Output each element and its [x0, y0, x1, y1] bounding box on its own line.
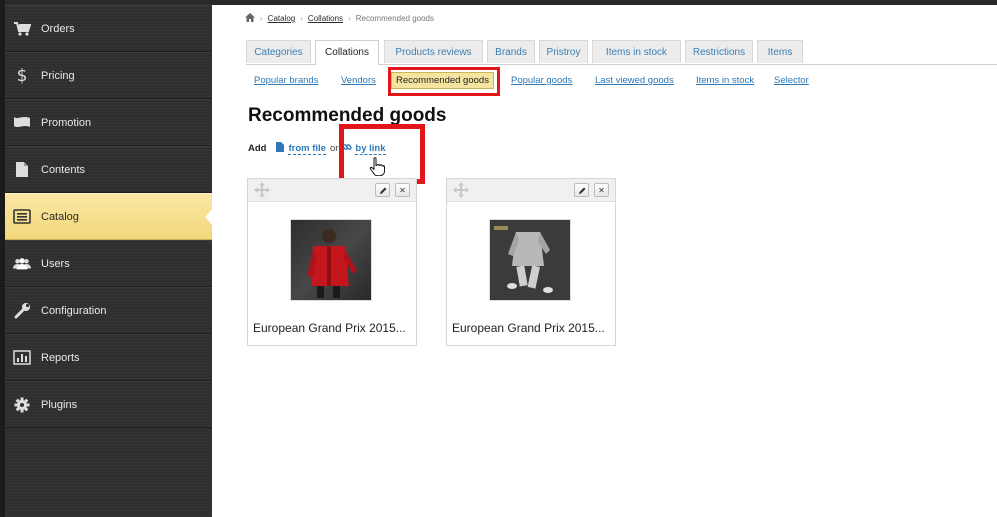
sidebar-item-label: Configuration [41, 304, 107, 317]
product-name: European Grand Prix 2015... [253, 321, 406, 335]
sidebar-item-configuration[interactable]: Configuration [5, 287, 212, 334]
gear-icon [13, 396, 31, 414]
tab-products-reviews[interactable]: Products reviews [384, 40, 483, 63]
breadcrumb-catalog[interactable]: Catalog [268, 14, 296, 23]
tab-items[interactable]: Items [757, 40, 803, 63]
breadcrumb-separator: › [300, 14, 303, 23]
product-thumbnail[interactable] [489, 219, 571, 301]
breadcrumb-current: Recommended goods [355, 14, 435, 23]
breadcrumb-collations[interactable]: Collations [308, 14, 343, 23]
tab-categories[interactable]: Categories [246, 40, 311, 63]
product-card: ✕ European Grand Prix 2015... [247, 178, 417, 346]
flag-icon [13, 114, 31, 132]
sidebar: Orders $ Pricing Promotion Contents Cata… [5, 5, 213, 517]
sidebar-item-pricing[interactable]: $ Pricing [5, 52, 212, 99]
sidebar-item-reports[interactable]: Reports [5, 334, 212, 381]
from-file-link[interactable]: from file [288, 143, 326, 155]
app-window: Orders $ Pricing Promotion Contents Cata… [0, 0, 997, 517]
edit-button[interactable] [375, 183, 390, 197]
card-header: ✕ [248, 179, 416, 202]
chart-icon [13, 349, 31, 367]
tab-pristroy[interactable]: Pristroy [539, 40, 588, 63]
product-card: ✕ European Grand Prix 2015... [446, 178, 616, 346]
drag-handle-icon[interactable] [453, 182, 469, 203]
add-label: Add [248, 143, 267, 154]
wrench-icon [13, 302, 31, 320]
subtab-last-viewed-goods[interactable]: Last viewed goods [595, 75, 674, 86]
or-text: or [329, 143, 339, 154]
sidebar-item-label: Plugins [41, 398, 78, 411]
subtab-vendors[interactable]: Vendors [341, 75, 376, 86]
sidebar-item-catalog[interactable]: Catalog [5, 193, 213, 240]
subtab-popular-brands[interactable]: Popular brands [254, 75, 318, 86]
breadcrumb: › Catalog › Collations › Recommended goo… [245, 13, 434, 24]
sidebar-item-orders[interactable]: Orders [5, 5, 212, 52]
delete-button[interactable]: ✕ [395, 183, 410, 197]
sidebar-item-contents[interactable]: Contents [5, 146, 212, 193]
tab-restrictions[interactable]: Restrictions [685, 40, 753, 63]
card-header: ✕ [447, 179, 615, 202]
sidebar-item-label: Contents [41, 163, 86, 176]
product-thumbnail[interactable] [290, 219, 372, 301]
cart-icon [13, 20, 31, 38]
tab-bar: Categories Collations Products reviews B… [246, 40, 997, 65]
subtab-popular-goods[interactable]: Popular goods [511, 75, 572, 86]
list-icon [13, 208, 31, 226]
tab-collations[interactable]: Collations [315, 40, 379, 65]
sidebar-item-label: Pricing [41, 69, 75, 82]
drag-handle-icon[interactable] [254, 182, 270, 203]
sidebar-item-label: Users [41, 257, 70, 270]
home-icon[interactable] [245, 13, 255, 24]
product-name: European Grand Prix 2015... [452, 321, 605, 335]
sidebar-item-plugins[interactable]: Plugins [5, 381, 212, 428]
document-icon [13, 161, 31, 179]
delete-button[interactable]: ✕ [594, 183, 609, 197]
sidebar-item-label: Reports [41, 351, 80, 364]
breadcrumb-separator: › [260, 14, 263, 23]
tab-items-in-stock[interactable]: Items in stock [592, 40, 681, 63]
subtab-items-in-stock[interactable]: Items in stock [696, 75, 754, 86]
breadcrumb-separator: › [348, 14, 351, 23]
highlight-box [388, 67, 500, 96]
users-icon [13, 255, 31, 273]
edit-button[interactable] [574, 183, 589, 197]
sidebar-item-label: Catalog [41, 210, 79, 223]
sidebar-item-users[interactable]: Users [5, 240, 212, 287]
tab-brands[interactable]: Brands [487, 40, 535, 63]
sidebar-item-label: Promotion [41, 116, 92, 129]
subtab-selector[interactable]: Selector [774, 75, 809, 86]
sidebar-item-promotion[interactable]: Promotion [5, 99, 212, 146]
sidebar-item-label: Orders [41, 22, 75, 35]
file-icon [276, 142, 285, 155]
dollar-icon: $ [16, 65, 28, 86]
